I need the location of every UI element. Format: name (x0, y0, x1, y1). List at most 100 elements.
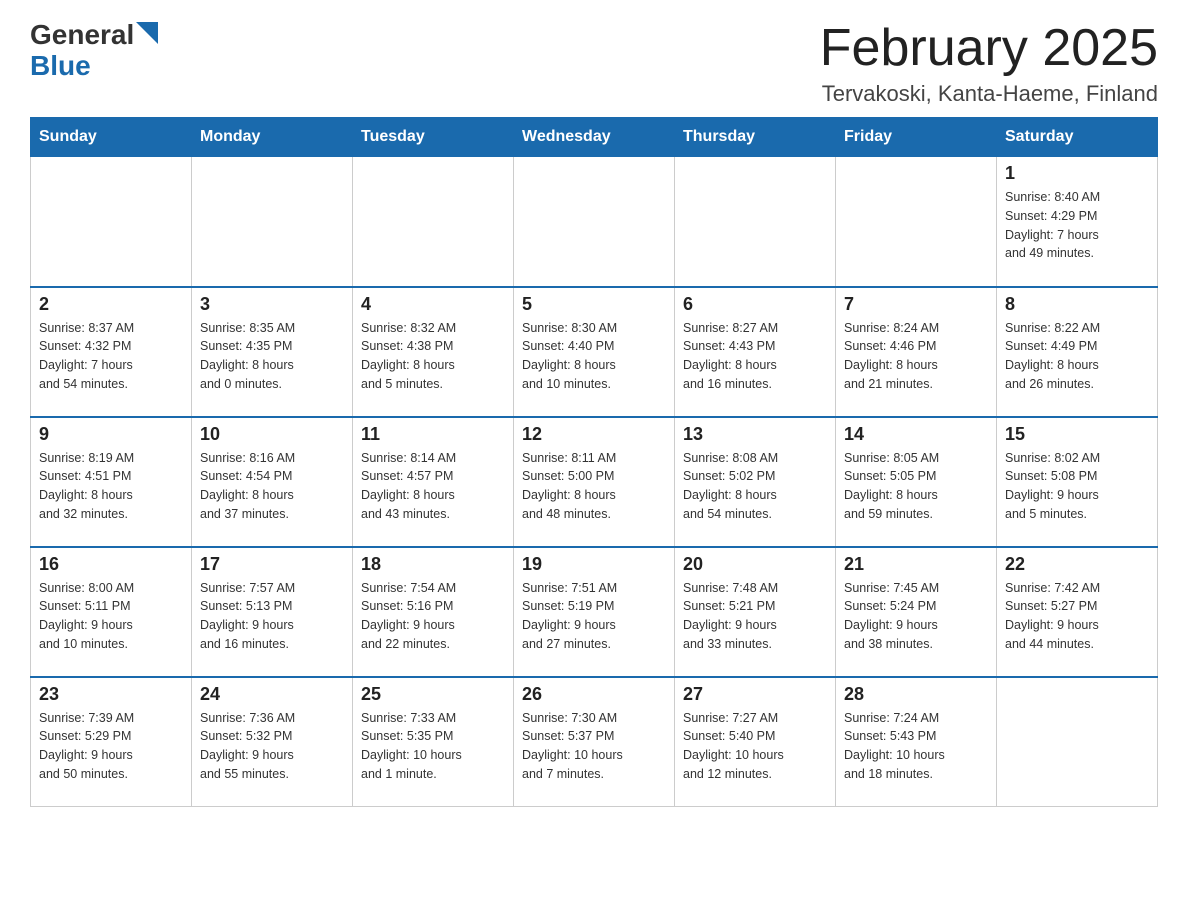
day-info: Sunrise: 8:19 AM Sunset: 4:51 PM Dayligh… (39, 449, 183, 524)
header-tuesday: Tuesday (353, 118, 514, 157)
day-info: Sunrise: 7:30 AM Sunset: 5:37 PM Dayligh… (522, 709, 666, 784)
calendar-cell: 16 Sunrise: 8:00 AM Sunset: 5:11 PM Dayli… (31, 547, 192, 677)
calendar-week-row: 23 Sunrise: 7:39 AM Sunset: 5:29 PM Dayli… (31, 677, 1158, 807)
calendar-cell: 4 Sunrise: 8:32 AM Sunset: 4:38 PM Daylig… (353, 287, 514, 417)
header-sunday: Sunday (31, 118, 192, 157)
calendar-cell: 17Sunrise: 7:57 AM Sunset: 5:13 PM Dayli… (192, 547, 353, 677)
logo: General Blue (30, 20, 158, 82)
header-friday: Friday (836, 118, 997, 157)
calendar-cell: 8 Sunrise: 8:22 AM Sunset: 4:49 PM Daylig… (997, 287, 1158, 417)
day-number: 1 (1005, 163, 1149, 184)
day-info: Sunrise: 8:24 AM Sunset: 4:46 PM Dayligh… (844, 319, 988, 394)
day-info: Sunrise: 8:27 AM Sunset: 4:43 PM Dayligh… (683, 319, 827, 394)
day-info: Sunrise: 8:16 AM Sunset: 4:54 PM Dayligh… (200, 449, 344, 524)
calendar-cell (675, 157, 836, 287)
calendar-cell: 25Sunrise: 7:33 AM Sunset: 5:35 PM Dayli… (353, 677, 514, 807)
calendar-cell: 6 Sunrise: 8:27 AM Sunset: 4:43 PM Daylig… (675, 287, 836, 417)
header-saturday: Saturday (997, 118, 1158, 157)
day-info: Sunrise: 8:00 AM Sunset: 5:11 PM Dayligh… (39, 579, 183, 654)
logo-triangle-icon (136, 22, 158, 44)
day-number: 18 (361, 554, 505, 575)
calendar-subtitle: Tervakoski, Kanta-Haeme, Finland (820, 81, 1158, 107)
calendar-cell: 21Sunrise: 7:45 AM Sunset: 5:24 PM Dayli… (836, 547, 997, 677)
header-monday: Monday (192, 118, 353, 157)
calendar-cell (353, 157, 514, 287)
day-number: 20 (683, 554, 827, 575)
header-thursday: Thursday (675, 118, 836, 157)
calendar-cell (836, 157, 997, 287)
calendar-cell (997, 677, 1158, 807)
logo-general: General (30, 20, 134, 51)
day-number: 26 (522, 684, 666, 705)
day-info: Sunrise: 8:02 AM Sunset: 5:08 PM Dayligh… (1005, 449, 1149, 524)
page-header: General Blue February 2025 Tervakoski, K… (30, 20, 1158, 107)
day-number: 5 (522, 294, 666, 315)
calendar-cell: 2 Sunrise: 8:37 AM Sunset: 4:32 PM Daylig… (31, 287, 192, 417)
day-number: 15 (1005, 424, 1149, 445)
calendar-cell: 27 Sunrise: 7:27 AM Sunset: 5:40 PM Dayli… (675, 677, 836, 807)
day-info: Sunrise: 7:27 AM Sunset: 5:40 PM Dayligh… (683, 709, 827, 784)
day-info: Sunrise: 8:32 AM Sunset: 4:38 PM Dayligh… (361, 319, 505, 394)
day-number: 7 (844, 294, 988, 315)
calendar-header-row: SundayMondayTuesdayWednesdayThursdayFrid… (31, 118, 1158, 157)
day-number: 4 (361, 294, 505, 315)
day-number: 16 (39, 554, 183, 575)
calendar-cell: 10 Sunrise: 8:16 AM Sunset: 4:54 PM Dayli… (192, 417, 353, 547)
calendar-cell: 1Sunrise: 8:40 AM Sunset: 4:29 PM Daylig… (997, 157, 1158, 287)
calendar-cell: 14 Sunrise: 8:05 AM Sunset: 5:05 PM Dayli… (836, 417, 997, 547)
day-info: Sunrise: 8:30 AM Sunset: 4:40 PM Dayligh… (522, 319, 666, 394)
day-info: Sunrise: 7:33 AM Sunset: 5:35 PM Dayligh… (361, 709, 505, 784)
day-number: 8 (1005, 294, 1149, 315)
day-info: Sunrise: 8:35 AM Sunset: 4:35 PM Dayligh… (200, 319, 344, 394)
calendar-cell: 15 Sunrise: 8:02 AM Sunset: 5:08 PM Dayli… (997, 417, 1158, 547)
calendar-cell: 22 Sunrise: 7:42 AM Sunset: 5:27 PM Dayli… (997, 547, 1158, 677)
day-number: 28 (844, 684, 988, 705)
calendar-cell: 3Sunrise: 8:35 AM Sunset: 4:35 PM Daylig… (192, 287, 353, 417)
day-number: 14 (844, 424, 988, 445)
day-info: Sunrise: 8:22 AM Sunset: 4:49 PM Dayligh… (1005, 319, 1149, 394)
calendar-cell (31, 157, 192, 287)
day-info: Sunrise: 7:24 AM Sunset: 5:43 PM Dayligh… (844, 709, 988, 784)
calendar-table: SundayMondayTuesdayWednesdayThursdayFrid… (30, 117, 1158, 807)
day-number: 11 (361, 424, 505, 445)
calendar-week-row: 16 Sunrise: 8:00 AM Sunset: 5:11 PM Dayli… (31, 547, 1158, 677)
day-number: 9 (39, 424, 183, 445)
header-wednesday: Wednesday (514, 118, 675, 157)
calendar-week-row: 2 Sunrise: 8:37 AM Sunset: 4:32 PM Daylig… (31, 287, 1158, 417)
calendar-cell: 20 Sunrise: 7:48 AM Sunset: 5:21 PM Dayli… (675, 547, 836, 677)
day-number: 23 (39, 684, 183, 705)
day-info: Sunrise: 7:42 AM Sunset: 5:27 PM Dayligh… (1005, 579, 1149, 654)
calendar-title: February 2025 (820, 20, 1158, 77)
day-number: 27 (683, 684, 827, 705)
calendar-cell: 18 Sunrise: 7:54 AM Sunset: 5:16 PM Dayli… (353, 547, 514, 677)
logo-blue: Blue (30, 51, 91, 82)
day-info: Sunrise: 8:05 AM Sunset: 5:05 PM Dayligh… (844, 449, 988, 524)
day-info: Sunrise: 8:11 AM Sunset: 5:00 PM Dayligh… (522, 449, 666, 524)
day-info: Sunrise: 7:48 AM Sunset: 5:21 PM Dayligh… (683, 579, 827, 654)
calendar-cell: 5 Sunrise: 8:30 AM Sunset: 4:40 PM Daylig… (514, 287, 675, 417)
day-number: 10 (200, 424, 344, 445)
day-number: 6 (683, 294, 827, 315)
day-number: 2 (39, 294, 183, 315)
calendar-cell (192, 157, 353, 287)
day-number: 12 (522, 424, 666, 445)
calendar-cell: 24 Sunrise: 7:36 AM Sunset: 5:32 PM Dayli… (192, 677, 353, 807)
day-info: Sunrise: 7:39 AM Sunset: 5:29 PM Dayligh… (39, 709, 183, 784)
calendar-week-row: 9 Sunrise: 8:19 AM Sunset: 4:51 PM Daylig… (31, 417, 1158, 547)
day-number: 13 (683, 424, 827, 445)
day-info: Sunrise: 7:51 AM Sunset: 5:19 PM Dayligh… (522, 579, 666, 654)
day-info: Sunrise: 7:54 AM Sunset: 5:16 PM Dayligh… (361, 579, 505, 654)
calendar-cell: 7 Sunrise: 8:24 AM Sunset: 4:46 PM Daylig… (836, 287, 997, 417)
day-number: 22 (1005, 554, 1149, 575)
day-number: 24 (200, 684, 344, 705)
day-info: Sunrise: 8:08 AM Sunset: 5:02 PM Dayligh… (683, 449, 827, 524)
calendar-cell: 9 Sunrise: 8:19 AM Sunset: 4:51 PM Daylig… (31, 417, 192, 547)
day-info: Sunrise: 8:37 AM Sunset: 4:32 PM Dayligh… (39, 319, 183, 394)
calendar-cell: 23 Sunrise: 7:39 AM Sunset: 5:29 PM Dayli… (31, 677, 192, 807)
day-info: Sunrise: 7:36 AM Sunset: 5:32 PM Dayligh… (200, 709, 344, 784)
calendar-cell: 26 Sunrise: 7:30 AM Sunset: 5:37 PM Dayli… (514, 677, 675, 807)
day-info: Sunrise: 7:45 AM Sunset: 5:24 PM Dayligh… (844, 579, 988, 654)
day-info: Sunrise: 8:14 AM Sunset: 4:57 PM Dayligh… (361, 449, 505, 524)
day-number: 19 (522, 554, 666, 575)
calendar-cell: 13 Sunrise: 8:08 AM Sunset: 5:02 PM Dayli… (675, 417, 836, 547)
